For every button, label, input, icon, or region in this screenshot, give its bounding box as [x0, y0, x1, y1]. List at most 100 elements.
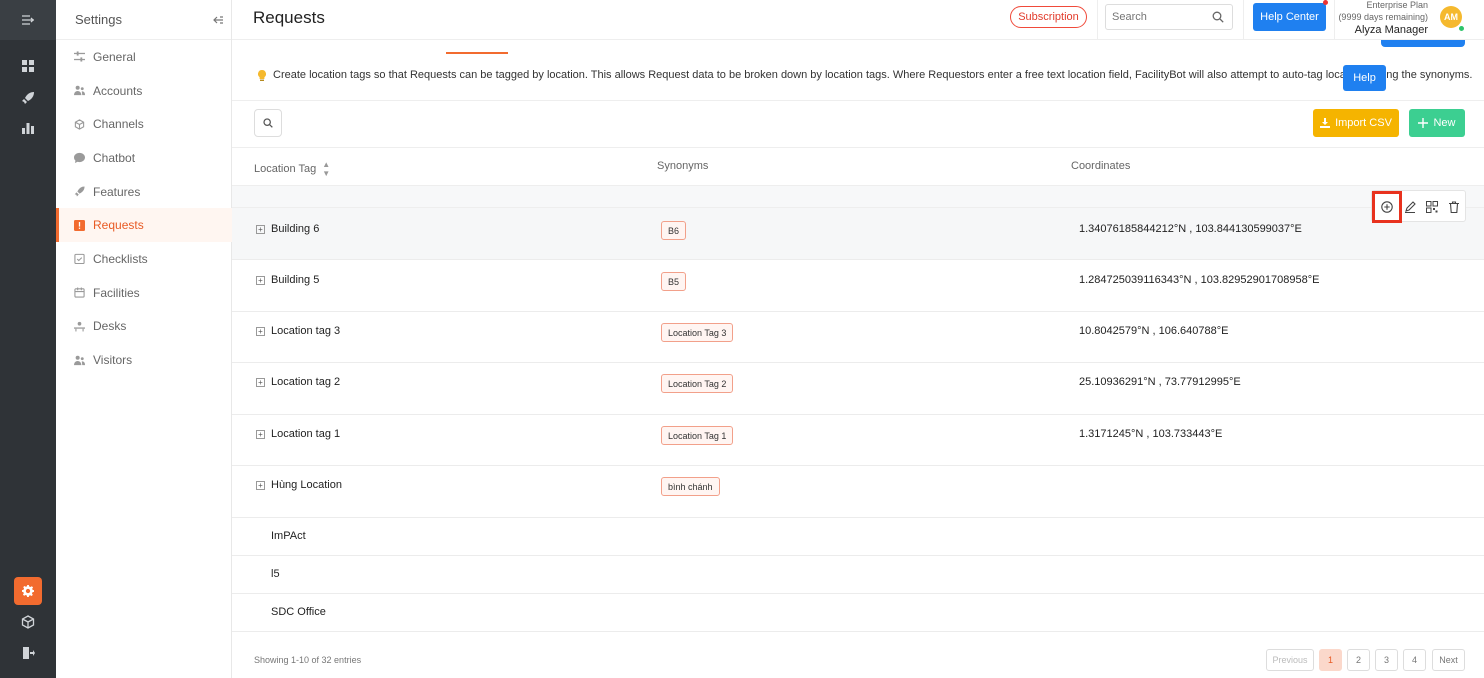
expand-row-button[interactable]: + [256, 378, 265, 387]
edit-icon [1405, 201, 1416, 213]
sidebar-item-label: Visitors [93, 353, 133, 368]
table-row[interactable]: + Location tag 3 Location Tag 3 10.80425… [232, 312, 1484, 363]
top-header: Requests Subscription Help Center Enterp… [232, 0, 1484, 40]
sidebar-item-label: Chatbot [93, 150, 136, 165]
table-row[interactable]: + Hùng Location bình chánh [232, 466, 1484, 518]
collapse-icon [213, 15, 223, 24]
add-child-button[interactable] [1380, 200, 1394, 214]
page-button-1[interactable]: 1 [1319, 649, 1342, 671]
sort-icon[interactable]: ▲ ▼ [322, 160, 330, 178]
sidebar-item-label: Desks [93, 319, 127, 334]
subscription-button[interactable]: Subscription [1010, 6, 1087, 28]
desk-icon [74, 321, 85, 332]
import-csv-label: Import CSV [1335, 117, 1392, 129]
sidebar-item-requests[interactable]: Requests [56, 208, 232, 243]
chat-icon [74, 153, 85, 164]
delete-button[interactable] [1447, 200, 1461, 214]
coordinates-value: 10.8042579°N , 106.640788°E [1079, 325, 1229, 337]
notification-dot [1323, 0, 1328, 5]
page-button-3[interactable]: 3 [1375, 649, 1398, 671]
checklist-icon [74, 254, 85, 265]
settings-button[interactable] [14, 577, 42, 605]
location-tag-name: ImPAct [271, 530, 306, 542]
table-row[interactable]: + Location tag 1 Location Tag 1 1.317124… [232, 415, 1484, 466]
sidebar-item-facilities[interactable]: Facilities [56, 276, 232, 310]
previous-page-button[interactable]: Previous [1266, 649, 1314, 671]
header-divider [1097, 0, 1098, 40]
coordinates-value: 1.284725039116343°N , 103.82952901708958… [1079, 274, 1320, 286]
new-button[interactable]: New [1409, 109, 1465, 137]
header-search[interactable] [1105, 4, 1233, 30]
table-header-band [232, 185, 1484, 208]
visitors-icon [74, 355, 85, 365]
table-row[interactable]: ImPAct [232, 518, 1484, 556]
table-row[interactable]: + Building 6 B6 1.34076185844212°N , 103… [232, 208, 1484, 260]
sidebar-item-general[interactable]: General [56, 40, 232, 74]
analytics-icon[interactable] [0, 120, 56, 136]
sidebar-item-accounts[interactable]: Accounts [56, 74, 232, 108]
synonym-badge: B5 [661, 272, 687, 291]
sidebar-item-desks[interactable]: Desks [56, 310, 232, 344]
expand-row-button[interactable]: + [256, 327, 265, 336]
sidebar-list: General Accounts Channels Chatbot Featur… [56, 40, 232, 377]
search-input[interactable] [1112, 11, 1212, 23]
location-tag-name: Location tag 3 [271, 325, 341, 337]
sidebar-item-label: Requests [93, 218, 144, 233]
import-csv-button[interactable]: Import CSV [1313, 109, 1399, 137]
coordinates-value: 25.10936291°N , 73.77912995°E [1079, 376, 1241, 388]
collapse-sidebar-button[interactable] [209, 11, 227, 29]
row-actions-toolbar [1371, 190, 1466, 223]
edit-button[interactable] [1403, 200, 1417, 214]
qr-code-icon [1426, 201, 1438, 213]
location-tag-name: Location tag 2 [271, 376, 341, 388]
qr-code-button[interactable] [1425, 200, 1439, 214]
page-button-4[interactable]: 4 [1403, 649, 1426, 671]
app-rail [0, 0, 56, 678]
dashboard-icon[interactable] [0, 58, 56, 74]
synonym-badge: Location Tag 2 [661, 374, 734, 393]
expand-row-button[interactable]: + [256, 481, 265, 490]
table-row[interactable]: + Building 5 B5 1.284725039116343°N , 10… [232, 260, 1484, 312]
sidebar-item-chatbot[interactable]: Chatbot [56, 141, 232, 175]
settings-icon [22, 585, 34, 597]
next-page-button[interactable]: Next [1432, 649, 1465, 671]
rail-toggle[interactable] [0, 0, 56, 40]
entries-count: Showing 1-10 of 32 entries [254, 655, 362, 665]
user-name[interactable]: Alyza Manager [1336, 23, 1428, 37]
column-header-synonyms: Synonyms [657, 160, 709, 172]
sidebar-item-label: General [93, 49, 136, 64]
synonym-badge: B6 [661, 221, 687, 240]
sliders-icon [74, 51, 85, 62]
synonym-badge: Location Tag 3 [661, 323, 734, 342]
location-tag-name: Building 6 [271, 223, 320, 235]
logout-icon[interactable] [0, 645, 56, 661]
table-row[interactable]: l5 [232, 556, 1484, 594]
info-hint: Create location tags so that Requests ca… [258, 69, 1472, 81]
sidebar-item-label: Facilities [93, 285, 140, 300]
coordinates-value: 1.34076185844212°N , 103.844130599037°E [1079, 223, 1302, 235]
table-row[interactable]: SDC Office [232, 594, 1484, 632]
plan-info: Enterprise Plan (9999 days remaining) Al… [1336, 0, 1428, 37]
cube-icon [74, 119, 85, 130]
sidebar-item-channels[interactable]: Channels [56, 107, 232, 141]
column-header-location-tag[interactable]: Location Tag ▲ ▼ [254, 160, 330, 178]
sidebar-item-checklists[interactable]: Checklists [56, 242, 232, 276]
sidebar-header: Settings [56, 0, 231, 40]
table-row[interactable]: + Location tag 2 Location Tag 2 25.10936… [232, 363, 1484, 415]
sidebar-item-features[interactable]: Features [56, 175, 232, 209]
table-search-button[interactable] [254, 109, 282, 137]
cube-icon[interactable] [0, 614, 56, 630]
expand-row-button[interactable]: + [256, 225, 265, 234]
expand-row-button[interactable]: + [256, 276, 265, 285]
plan-remaining: (9999 days remaining) [1338, 12, 1428, 22]
sidebar-item-visitors[interactable]: Visitors [56, 343, 232, 377]
rocket-icon[interactable] [0, 90, 56, 106]
active-tab-indicator [446, 52, 508, 54]
calendar-icon [74, 287, 85, 298]
add-circle-icon [1381, 201, 1393, 213]
expand-row-button[interactable]: + [256, 430, 265, 439]
help-center-button[interactable]: Help Center [1253, 3, 1326, 31]
online-status-dot [1458, 25, 1465, 32]
help-button[interactable]: Help [1343, 65, 1386, 91]
page-button-2[interactable]: 2 [1347, 649, 1370, 671]
